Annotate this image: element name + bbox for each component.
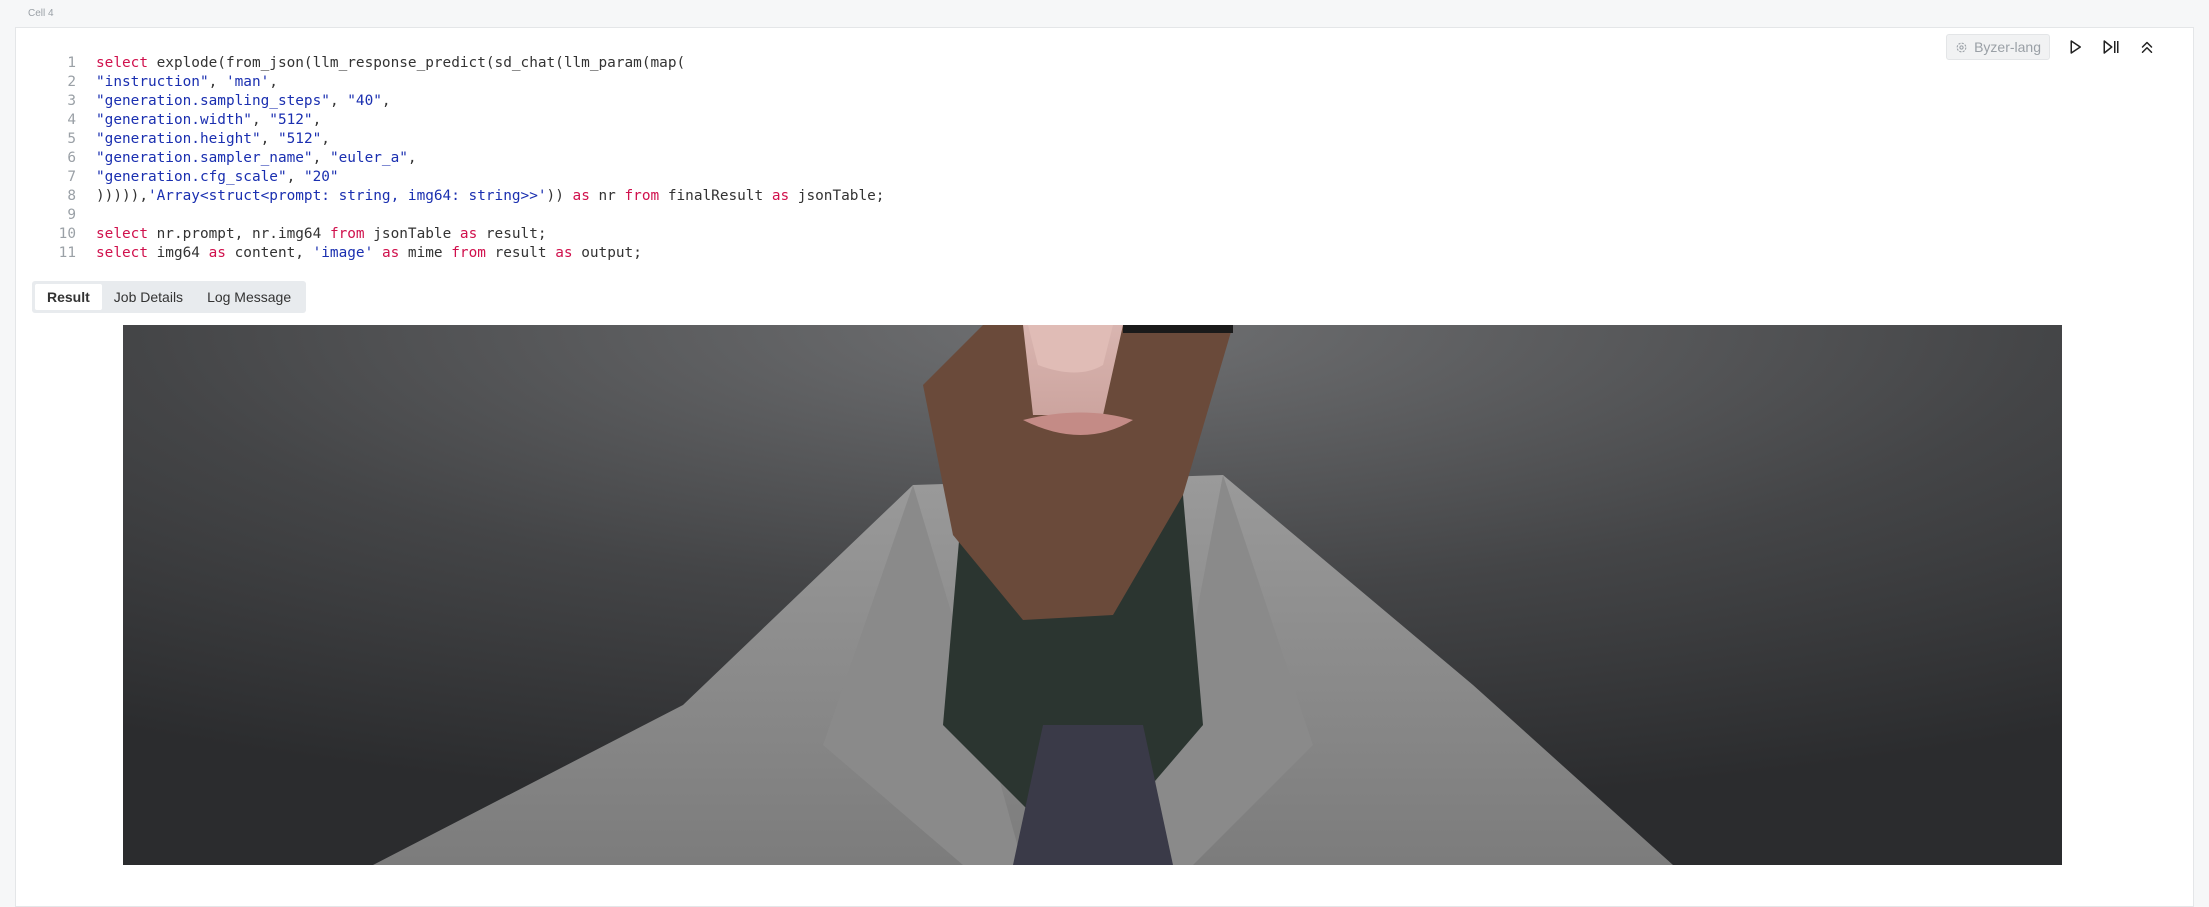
code-text: "instruction", 'man', xyxy=(96,74,278,90)
line-number: 11 xyxy=(58,245,76,261)
tab-job-details[interactable]: Job Details xyxy=(102,284,195,310)
line-number: 1 xyxy=(67,55,76,71)
code-line: 10 select nr.prompt, nr.img64 from jsonTa… xyxy=(36,225,2173,244)
code-text: select explode(from_json(llm_response_pr… xyxy=(96,55,686,71)
code-text: "generation.cfg_scale", "20" xyxy=(96,169,339,185)
code-line: 8 ))))),'Array<struct<prompt: string, img… xyxy=(36,187,2173,206)
code-line: 4 "generation.width", "512", xyxy=(36,111,2173,130)
code-text: "generation.width", "512", xyxy=(96,112,322,128)
line-number: 8 xyxy=(67,188,76,204)
code-text: "generation.height", "512", xyxy=(96,131,330,147)
code-line: 9 xyxy=(36,206,2173,225)
result-image xyxy=(123,325,2062,865)
line-number: 4 xyxy=(67,112,76,128)
code-text: select img64 as content, 'image' as mime… xyxy=(96,245,642,261)
code-line: 1 select explode(from_json(llm_response_p… xyxy=(36,54,2173,73)
code-text: "generation.sampling_steps", "40", xyxy=(96,93,391,109)
line-number: 10 xyxy=(58,226,76,242)
code-line: 5 "generation.height", "512", xyxy=(36,130,2173,149)
result-tabs: Result Job Details Log Message xyxy=(32,281,307,313)
tab-result[interactable]: Result xyxy=(35,284,102,310)
line-number: 7 xyxy=(67,169,76,185)
gear-icon xyxy=(1956,42,1967,52)
code-text: select nr.prompt, nr.img64 from jsonTabl… xyxy=(96,226,547,242)
language-label: Byzer-lang xyxy=(1974,39,2041,55)
line-number: 5 xyxy=(67,131,76,147)
code-text: "generation.sampler_name", "euler_a", xyxy=(96,150,417,166)
line-number: 6 xyxy=(67,150,76,166)
code-text: ))))),'Array<struct<prompt: string, img6… xyxy=(96,188,885,204)
code-line: 3 "generation.sampling_steps", "40", xyxy=(36,92,2173,111)
tab-log-message[interactable]: Log Message xyxy=(195,284,303,310)
code-editor[interactable]: 1 select explode(from_json(llm_response_p… xyxy=(36,54,2173,263)
line-number: 3 xyxy=(67,93,76,109)
code-line: 11 select img64 as content, 'image' as mi… xyxy=(36,244,2173,263)
code-line: 7 "generation.cfg_scale", "20" xyxy=(36,168,2173,187)
cell-label: Cell 4 xyxy=(28,8,54,19)
code-line: 6 "generation.sampler_name", "euler_a", xyxy=(36,149,2173,168)
line-number: 9 xyxy=(67,207,76,223)
line-number: 2 xyxy=(67,74,76,90)
portrait-image xyxy=(123,325,2062,865)
code-line: 2 "instruction", 'man', xyxy=(36,73,2173,92)
